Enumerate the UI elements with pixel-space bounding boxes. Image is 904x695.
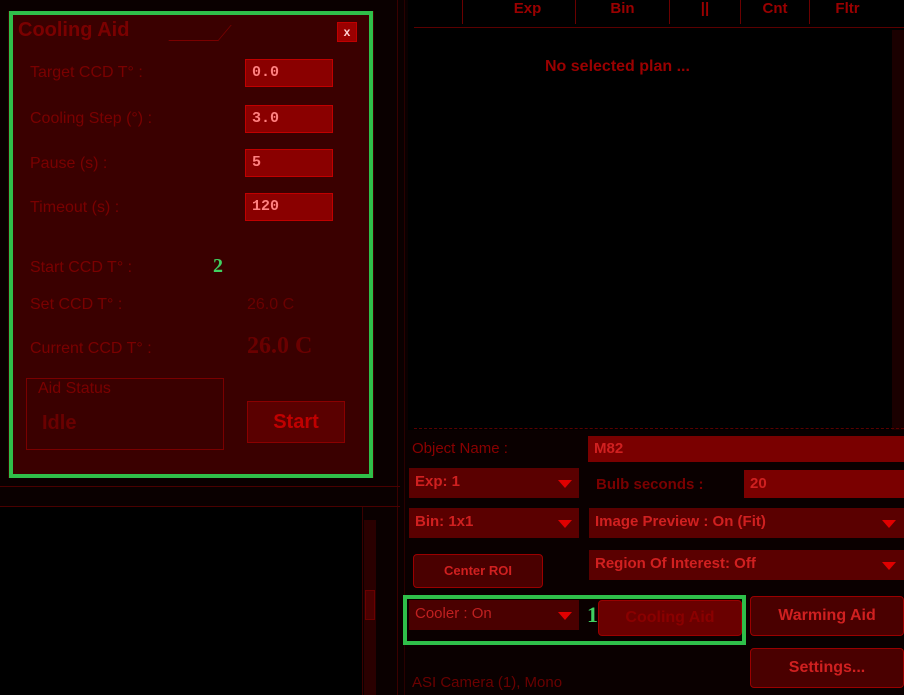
plan-scrollbar[interactable] <box>892 30 904 430</box>
highlight-box-cooler-row <box>403 595 746 645</box>
column-exp[interactable]: Exp <box>480 0 575 22</box>
bin-select-value: Bin: 1x1 <box>415 513 474 530</box>
bulb-seconds-input[interactable]: 20 <box>744 470 904 498</box>
column-count[interactable]: Cnt <box>741 0 809 22</box>
lower-divider <box>0 486 400 487</box>
object-name-input[interactable]: M82 <box>588 436 904 462</box>
no-plan-message: No selected plan ... <box>545 58 690 75</box>
panel-divider-inner <box>404 0 405 695</box>
column-bin[interactable]: Bin <box>576 0 669 22</box>
roi-select-value: Region Of Interest: Off <box>595 555 756 572</box>
settings-button[interactable]: Settings... <box>750 648 904 688</box>
roi-select[interactable]: Region Of Interest: Off <box>589 550 904 580</box>
center-roi-button[interactable]: Center ROI <box>413 554 543 588</box>
chevron-down-icon <box>558 520 572 528</box>
image-preview-select[interactable]: Image Preview : On (Fit) <box>589 508 904 538</box>
column-filter[interactable]: Fltr <box>810 0 885 22</box>
exp-select[interactable]: Exp: 1 <box>409 468 579 498</box>
camera-status-text: ASI Camera (1), Mono <box>412 674 563 691</box>
column-pause[interactable]: || <box>670 0 740 22</box>
bin-select[interactable]: Bin: 1x1 <box>409 508 579 538</box>
lower-left-area <box>0 507 362 695</box>
lower-left-border <box>362 507 363 695</box>
chevron-down-icon <box>882 520 896 528</box>
bulb-seconds-label: Bulb seconds : <box>596 476 704 493</box>
exp-select-value: Exp: 1 <box>415 473 461 490</box>
warming-aid-button[interactable]: Warming Aid <box>750 596 904 636</box>
chevron-down-icon <box>558 480 572 488</box>
plan-bottom-border <box>414 428 904 429</box>
chevron-down-icon <box>882 562 896 570</box>
panel-divider <box>397 0 398 695</box>
image-preview-value: Image Preview : On (Fit) <box>595 513 766 530</box>
highlight-box-cooling-panel <box>9 11 373 478</box>
object-name-label: Object Name : <box>412 440 508 457</box>
lower-scrollbar-thumb[interactable] <box>365 590 375 620</box>
column-separator <box>462 0 463 24</box>
